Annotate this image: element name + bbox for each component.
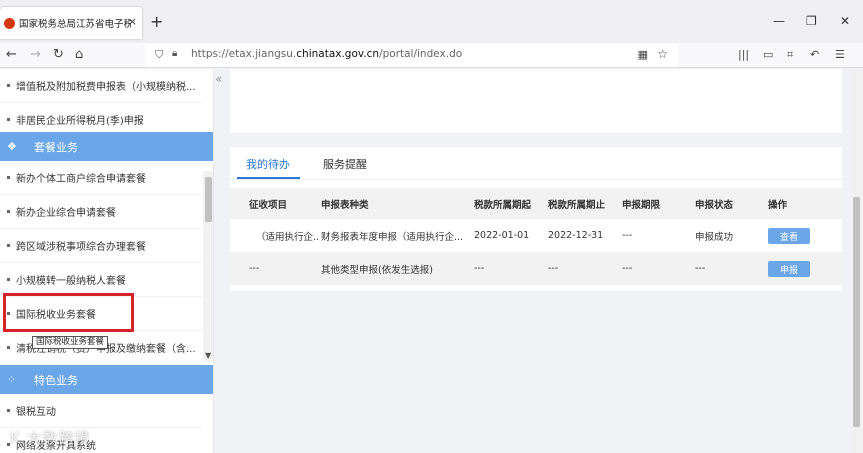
sidebar-group-featured[interactable]: ⁘ 特色业务 xyxy=(0,365,213,394)
qr-code-icon[interactable]: ▦ xyxy=(638,48,648,61)
column-header: 征收项目 xyxy=(249,199,288,211)
chevron-down-icon[interactable]: ▼ xyxy=(205,351,211,360)
tab-title: 国家税务总局江苏省电子税务局 xyxy=(19,19,131,30)
grid-icon: ⁘ xyxy=(7,373,17,386)
sidebar-item[interactable]: 银税互动 xyxy=(0,394,202,428)
tab-my-todo[interactable]: 我的待办 xyxy=(246,156,290,172)
watermark: K 大数跨境 xyxy=(10,429,91,447)
browser-tab[interactable]: 国家税务总局江苏省电子税务局 × xyxy=(0,7,142,39)
tab-bar: 我的待办 服务提醒 xyxy=(230,147,842,180)
scrollbar-thumb[interactable] xyxy=(853,197,860,427)
window-close-icon[interactable]: ✕ xyxy=(840,14,850,28)
table-header: 征收项目 申报表种类 税款所属期起 税款所属期止 申报期限 申报状态 操作 xyxy=(230,188,842,219)
declare-button[interactable]: 申报 xyxy=(768,261,810,277)
library-icon[interactable]: ||| xyxy=(738,48,749,61)
emblem-icon xyxy=(4,17,15,29)
crop-icon[interactable]: ⌗ xyxy=(787,48,793,62)
sidebar-group-package[interactable]: ❖ 套餐业务 xyxy=(0,132,213,161)
sidebar-item[interactable]: 新办企业综合申请套餐 xyxy=(0,195,202,229)
sidebar-toggle-icon[interactable]: ▭ xyxy=(763,48,773,61)
column-header: 操作 xyxy=(768,199,788,211)
browser-navbar: ← → ↻ ⌂ ⛉ 🔒︎ https://etax.jiangsu.chinat… xyxy=(0,43,863,68)
lock-icon[interactable]: 🔒︎ xyxy=(172,48,177,59)
sidebar-item[interactable]: 新办个体工商户综合申请套餐 xyxy=(0,161,202,195)
tab-service-reminder[interactable]: 服务提醒 xyxy=(323,156,367,172)
todo-panel: 我的待办 服务提醒 征收项目 申报表种类 税款所属期起 税款所属期止 申报期限 … xyxy=(230,147,842,291)
sidebar-scrollbar[interactable]: ▼ xyxy=(203,171,213,361)
browser-tabbar: 国家税务总局江苏省电子税务局 × + — ❐ ✕ xyxy=(0,0,863,43)
table-cell: 财务报表年度申报（适用执行企... xyxy=(321,231,464,243)
table-cell: 其他类型申报(依发生选报) xyxy=(321,264,433,276)
reload-icon[interactable]: ↻ xyxy=(53,46,64,64)
sidebar-item-international-tax[interactable]: 国际税收业务套餐 xyxy=(0,297,202,331)
table-cell: 2022-12-31 xyxy=(548,230,604,241)
undo-icon[interactable]: ↶ xyxy=(810,48,819,61)
column-header: 税款所属期起 xyxy=(474,199,532,211)
table-cell: --- xyxy=(249,263,260,274)
tab-close-icon[interactable]: × xyxy=(128,15,137,28)
table-cell: --- xyxy=(622,263,633,274)
table-cell: --- xyxy=(548,263,559,274)
sidebar-item[interactable]: 小规模转一般纳税人套餐 xyxy=(0,263,202,297)
address-bar[interactable]: ⛉ 🔒︎ https://etax.jiangsu.chinatax.gov.c… xyxy=(145,44,678,67)
table-cell: 申报成功 xyxy=(695,231,734,243)
bullet-icon xyxy=(7,312,10,315)
tooltip: 国际税收业务套餐 xyxy=(32,336,109,349)
bullet-icon xyxy=(7,176,10,179)
sidebar-item[interactable]: 增值税及附加税费申报表（小规模纳税... xyxy=(0,69,202,103)
top-panel xyxy=(230,69,842,133)
column-header: 税款所属期止 xyxy=(548,199,606,211)
bullet-icon xyxy=(7,346,10,349)
home-icon[interactable]: ⌂ xyxy=(75,46,83,64)
new-tab-button[interactable]: + xyxy=(150,12,163,31)
forward-icon[interactable]: → xyxy=(30,46,41,64)
bullet-icon xyxy=(7,118,10,121)
column-header: 申报表种类 xyxy=(321,199,369,211)
shield-icon[interactable]: ⛉ xyxy=(155,48,163,62)
bullet-icon xyxy=(7,84,10,87)
active-tab-indicator xyxy=(237,177,300,179)
back-icon[interactable]: ← xyxy=(6,46,17,64)
restore-icon[interactable]: ❐ xyxy=(806,14,817,28)
column-header: 申报状态 xyxy=(695,199,734,211)
column-header: 申报期限 xyxy=(622,199,661,211)
minimize-icon[interactable]: — xyxy=(773,14,785,28)
table-cell: --- xyxy=(622,230,633,241)
table-cell: --- xyxy=(695,263,706,274)
bullet-icon xyxy=(7,244,10,247)
bookmark-star-icon[interactable]: ☆ xyxy=(657,47,668,61)
main-scrollbar[interactable] xyxy=(850,69,863,453)
url-text[interactable]: https://etax.jiangsu.chinatax.gov.cn/por… xyxy=(191,48,462,60)
sidebar: 增值税及附加税费申报表（小规模纳税... 非居民企业所得税月(季)申报 ❖ 套餐… xyxy=(0,69,214,453)
sidebar-item[interactable]: 跨区域涉税事项综合办理套餐 xyxy=(0,229,202,263)
bullet-icon xyxy=(7,278,10,281)
view-button[interactable]: 查看 xyxy=(768,228,810,244)
table-cell: （适用执行企... xyxy=(256,231,318,243)
table-row: （适用执行企... 财务报表年度申报（适用执行企... 2022-01-01 2… xyxy=(230,219,842,252)
scrollbar-thumb[interactable] xyxy=(205,177,212,222)
bullet-icon xyxy=(7,210,10,213)
layers-icon: ❖ xyxy=(7,140,17,153)
menu-icon[interactable]: ☰ xyxy=(835,48,845,61)
collapse-sidebar-icon[interactable]: « xyxy=(215,72,222,86)
bullet-icon xyxy=(7,409,10,412)
table-cell: 2022-01-01 xyxy=(474,230,530,241)
table-row: --- 其他类型申报(依发生选报) --- --- --- --- 申报 xyxy=(230,252,842,285)
table-cell: --- xyxy=(474,263,485,274)
